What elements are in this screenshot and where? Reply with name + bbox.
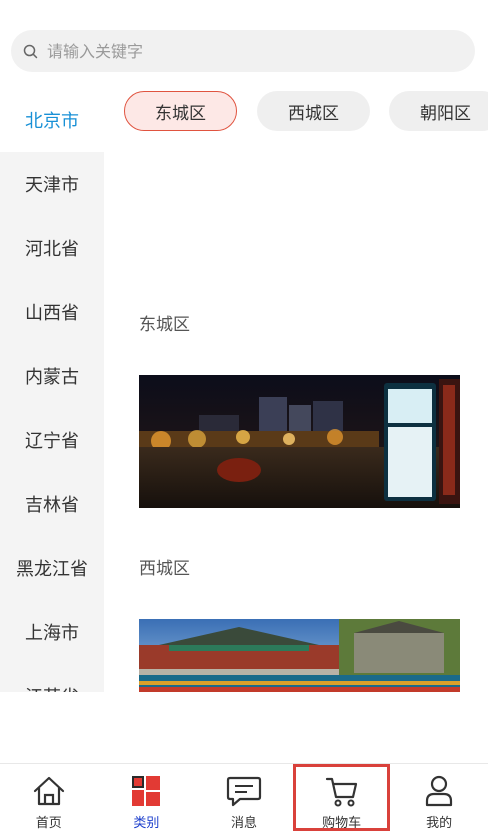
sidebar-item-label: 北京市 — [25, 111, 79, 132]
nav-label: 首页 — [35, 816, 62, 831]
tab-dongcheng[interactable]: 东城区 — [124, 91, 237, 131]
nav-message[interactable]: 消息 — [195, 764, 293, 831]
nav-cart[interactable]: 购物车 — [292, 764, 391, 831]
nav-label: 类别 — [133, 816, 160, 831]
nav-home[interactable]: 首页 — [0, 764, 98, 831]
province-sidebar: 北京市 天津市 河北省 山西省 内蒙古 辽宁省 吉林省 黑龙江省 上海市 江苏省 — [0, 88, 104, 692]
sidebar-item-label: 辽宁省 — [25, 431, 79, 452]
sidebar-item-liaoning[interactable]: 辽宁省 — [0, 408, 104, 472]
sidebar-item-label: 吉林省 — [25, 495, 79, 516]
profile-icon — [424, 774, 454, 808]
tab-chaoyang[interactable]: 朝阳区 — [389, 91, 488, 131]
search-input[interactable] — [47, 41, 447, 61]
sidebar-item-label: 天津市 — [25, 175, 79, 196]
bottom-nav: 首页 类别 消息 购物车 我的 — [0, 763, 488, 831]
district-content: 东城区 西城区 — [104, 140, 488, 692]
sidebar-item-label: 内蒙古 — [25, 367, 79, 388]
section-title-xicheng: 西城区 — [139, 559, 190, 579]
tab-label: 东城区 — [155, 103, 206, 124]
tab-xicheng[interactable]: 西城区 — [257, 91, 370, 131]
nav-profile[interactable]: 我的 — [390, 764, 488, 831]
message-icon — [226, 774, 262, 808]
sidebar-item-neimenggu[interactable]: 内蒙古 — [0, 344, 104, 408]
district-tabs: 东城区 西城区 朝阳区 — [124, 91, 488, 131]
section-title-dongcheng: 东城区 — [139, 315, 190, 335]
sidebar-item-label: 河北省 — [25, 239, 79, 260]
sidebar-item-label: 山西省 — [25, 303, 79, 324]
nav-label: 消息 — [230, 816, 257, 831]
sidebar-item-jilin[interactable]: 吉林省 — [0, 472, 104, 536]
nav-category[interactable]: 类别 — [98, 764, 196, 831]
sidebar-item-label: 上海市 — [25, 623, 79, 644]
search-bar[interactable] — [11, 30, 475, 72]
sidebar-item-label: 江苏省 — [25, 683, 79, 692]
search-icon — [23, 43, 39, 59]
sidebar-item-shanghai[interactable]: 上海市 — [0, 600, 104, 664]
sidebar-item-heilongjiang[interactable]: 黑龙江省 — [0, 536, 104, 600]
sidebar-item-beijing[interactable]: 北京市 — [0, 88, 104, 152]
nav-label: 购物车 — [322, 816, 362, 831]
sidebar-item-hebei[interactable]: 河北省 — [0, 216, 104, 280]
dongcheng-photo[interactable] — [139, 375, 460, 508]
home-icon — [32, 774, 66, 808]
sidebar-item-tianjin[interactable]: 天津市 — [0, 152, 104, 216]
tab-label: 朝阳区 — [420, 103, 471, 124]
sidebar-item-jiangsu[interactable]: 江苏省 — [0, 664, 104, 692]
sidebar-item-label: 黑龙江省 — [16, 559, 88, 580]
category-icon — [131, 774, 161, 808]
tab-label: 西城区 — [288, 103, 339, 124]
cart-icon — [325, 774, 359, 808]
sidebar-item-shanxi[interactable]: 山西省 — [0, 280, 104, 344]
xicheng-photo[interactable] — [139, 619, 460, 692]
nav-label: 我的 — [426, 816, 453, 831]
